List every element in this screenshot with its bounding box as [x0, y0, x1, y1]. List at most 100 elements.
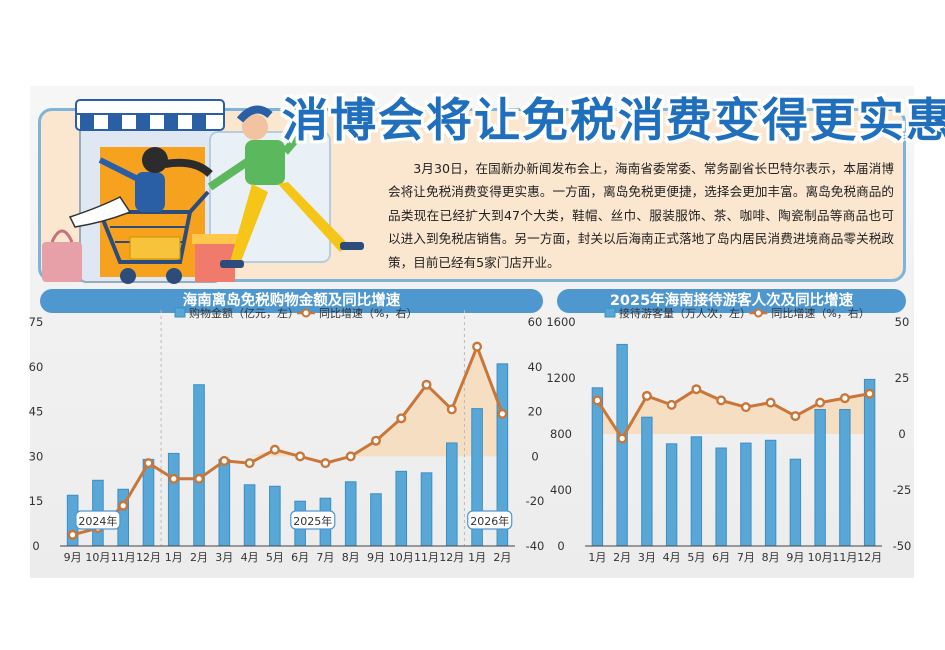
- bar: [395, 470, 408, 547]
- growth-point: [765, 397, 776, 408]
- x-tick: 9月: [64, 551, 82, 564]
- y-left-tick: 30: [29, 449, 44, 463]
- y-right-tick: -25: [893, 483, 912, 497]
- growth-point: [472, 341, 483, 352]
- x-tick: 3月: [215, 551, 233, 564]
- growth-point: [716, 395, 727, 406]
- growth-point: [118, 500, 129, 511]
- growth-point: [617, 433, 628, 444]
- growth-point: [194, 473, 205, 484]
- growth-point: [345, 451, 356, 462]
- y-left-tick: 75: [29, 315, 44, 329]
- bar: [420, 472, 433, 547]
- bar: [142, 458, 155, 547]
- bar: [193, 384, 205, 547]
- growth-area: [72, 346, 503, 457]
- x-tick: 3月: [638, 551, 656, 564]
- bar: [740, 442, 752, 547]
- growth-point: [168, 473, 179, 484]
- x-tick: 9月: [367, 551, 385, 564]
- growth-point: [67, 529, 78, 540]
- x-tick: 2月: [493, 551, 511, 564]
- x-tick: 8月: [342, 551, 360, 564]
- growth-point: [691, 384, 702, 395]
- y-right-tick: -20: [526, 494, 545, 508]
- growth-point: [244, 458, 255, 469]
- bar: [764, 439, 777, 547]
- x-tick: 1月: [165, 551, 183, 564]
- y-left-tick: 60: [29, 360, 44, 374]
- growth-point: [839, 393, 850, 404]
- x-tick: 1月: [588, 551, 606, 564]
- growth-point: [740, 402, 751, 413]
- growth-point: [815, 397, 826, 408]
- bar: [591, 387, 604, 547]
- y-left-tick: 1600: [546, 315, 575, 329]
- y-right-tick: 0: [531, 449, 538, 463]
- legend-bar-label: 购物金额（亿元，左）: [189, 306, 299, 320]
- bar: [665, 443, 678, 547]
- x-tick: 12月: [857, 551, 882, 564]
- bar: [344, 481, 357, 547]
- charts-canvas: 01530456075-40-2002040609月 10月 11月 12月 1月 2月 3…: [29, 306, 912, 564]
- legend-line-marker: [301, 308, 311, 318]
- year-marker: 2026年: [470, 514, 509, 528]
- y-right-tick: 50: [895, 315, 910, 329]
- legend-line-marker: [753, 308, 763, 318]
- y-right-tick: 25: [895, 371, 910, 385]
- y-left-tick: 15: [29, 494, 44, 508]
- x-tick: 12月: [136, 551, 161, 564]
- x-tick: 11月: [111, 551, 136, 564]
- x-tick: 10月: [389, 551, 414, 564]
- growth-point: [446, 404, 457, 415]
- x-tick: 4月: [241, 551, 259, 564]
- chart-tourist-visits: 0 400 800 1200 1600 -50 -25 0 25 50 1月 2月 3月 4月 5月 6月 7月…: [546, 306, 911, 564]
- x-tick: 6月: [712, 551, 730, 564]
- y-left-tick: 0: [32, 539, 39, 553]
- y-left-tick: 45: [29, 405, 44, 419]
- growth-point: [864, 388, 875, 399]
- growth-point: [790, 411, 801, 422]
- legend-line-label: 同比增速（%，右）: [771, 306, 869, 320]
- x-tick: 4月: [663, 551, 681, 564]
- legend-line-label: 同比增速（%，右）: [319, 306, 417, 320]
- growth-point: [396, 413, 407, 424]
- bar: [167, 452, 180, 547]
- x-tick: 1月: [468, 551, 486, 564]
- x-tick: 9月: [786, 551, 804, 564]
- x-tick: 11月: [832, 551, 857, 564]
- x-tick: 5月: [266, 551, 284, 564]
- bar: [814, 409, 826, 547]
- bar: [789, 458, 802, 547]
- x-tick: 7月: [316, 551, 334, 564]
- y-right-tick: -50: [893, 539, 912, 553]
- x-tick: 6月: [291, 551, 309, 564]
- legend-bar-swatch: [604, 307, 616, 318]
- x-tick: 2月: [190, 551, 208, 564]
- bar: [370, 493, 382, 547]
- bar: [715, 447, 727, 547]
- bar: [839, 409, 851, 547]
- y-right-tick: 60: [528, 315, 543, 329]
- bar: [641, 416, 653, 547]
- bar: [690, 436, 703, 547]
- x-tick: 7月: [737, 551, 755, 564]
- x-tick: 11月: [414, 551, 439, 564]
- growth-point: [295, 451, 306, 462]
- y-left-tick: 400: [550, 483, 572, 497]
- bar: [243, 484, 256, 547]
- x-tick: 2月: [613, 551, 631, 564]
- bar: [616, 343, 628, 547]
- growth-point: [592, 395, 603, 406]
- x-tick: 8月: [762, 551, 780, 564]
- growth-point: [143, 458, 154, 469]
- growth-point: [320, 458, 331, 469]
- growth-point: [421, 379, 432, 390]
- growth-point: [219, 455, 230, 466]
- bar: [863, 378, 876, 547]
- growth-point: [269, 444, 280, 455]
- bar: [269, 485, 281, 547]
- year-marker: 2025年: [293, 514, 332, 528]
- y-right-tick: 0: [898, 427, 905, 441]
- growth-point: [641, 390, 652, 401]
